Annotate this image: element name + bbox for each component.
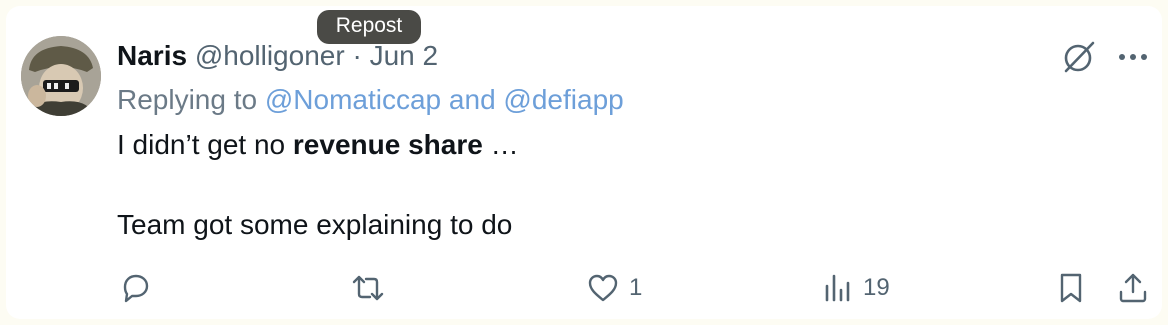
text-after: … <box>482 129 519 160</box>
share-icon <box>1119 273 1147 303</box>
text-bold: revenue share <box>292 129 483 160</box>
avatar[interactable] <box>21 36 101 116</box>
reply-button[interactable] <box>117 268 161 308</box>
like-button[interactable]: 1 <box>585 268 642 308</box>
text-before: I didn’t get no <box>117 129 293 160</box>
mention-link[interactable]: @Nomaticcap <box>265 84 441 115</box>
mention-link[interactable]: @defiapp <box>503 84 623 115</box>
repost-icon <box>352 275 384 301</box>
heart-icon <box>588 274 618 302</box>
views-count: 19 <box>863 274 890 301</box>
text-line2: Team got some explaining to do <box>117 209 513 240</box>
avatar-image <box>21 36 101 116</box>
author-handle[interactable]: @holligoner <box>195 40 345 71</box>
more-icon[interactable] <box>1114 38 1152 76</box>
repost-button[interactable] <box>350 268 394 308</box>
views-button[interactable]: 19 <box>819 268 890 308</box>
bookmark-icon <box>1060 273 1082 303</box>
tweet-text: I didn’t get no revenue share … Team got… <box>117 125 519 245</box>
grok-icon[interactable] <box>1060 38 1098 76</box>
separator: · <box>352 40 362 71</box>
replying-to: Replying to @Nomaticcap and @defiapp <box>117 82 624 118</box>
bookmark-button[interactable] <box>1053 268 1089 308</box>
post-date[interactable]: Jun 2 <box>370 40 439 71</box>
like-count: 1 <box>629 274 643 301</box>
views-icon <box>825 274 850 302</box>
tweet-header: Naris @holligoner · Jun 2 <box>117 38 438 74</box>
reply-icon <box>123 274 149 303</box>
author-name[interactable]: Naris <box>117 40 187 71</box>
share-button[interactable] <box>1115 268 1151 308</box>
replying-prefix: Replying to <box>117 84 258 115</box>
and-text: and <box>448 84 496 115</box>
